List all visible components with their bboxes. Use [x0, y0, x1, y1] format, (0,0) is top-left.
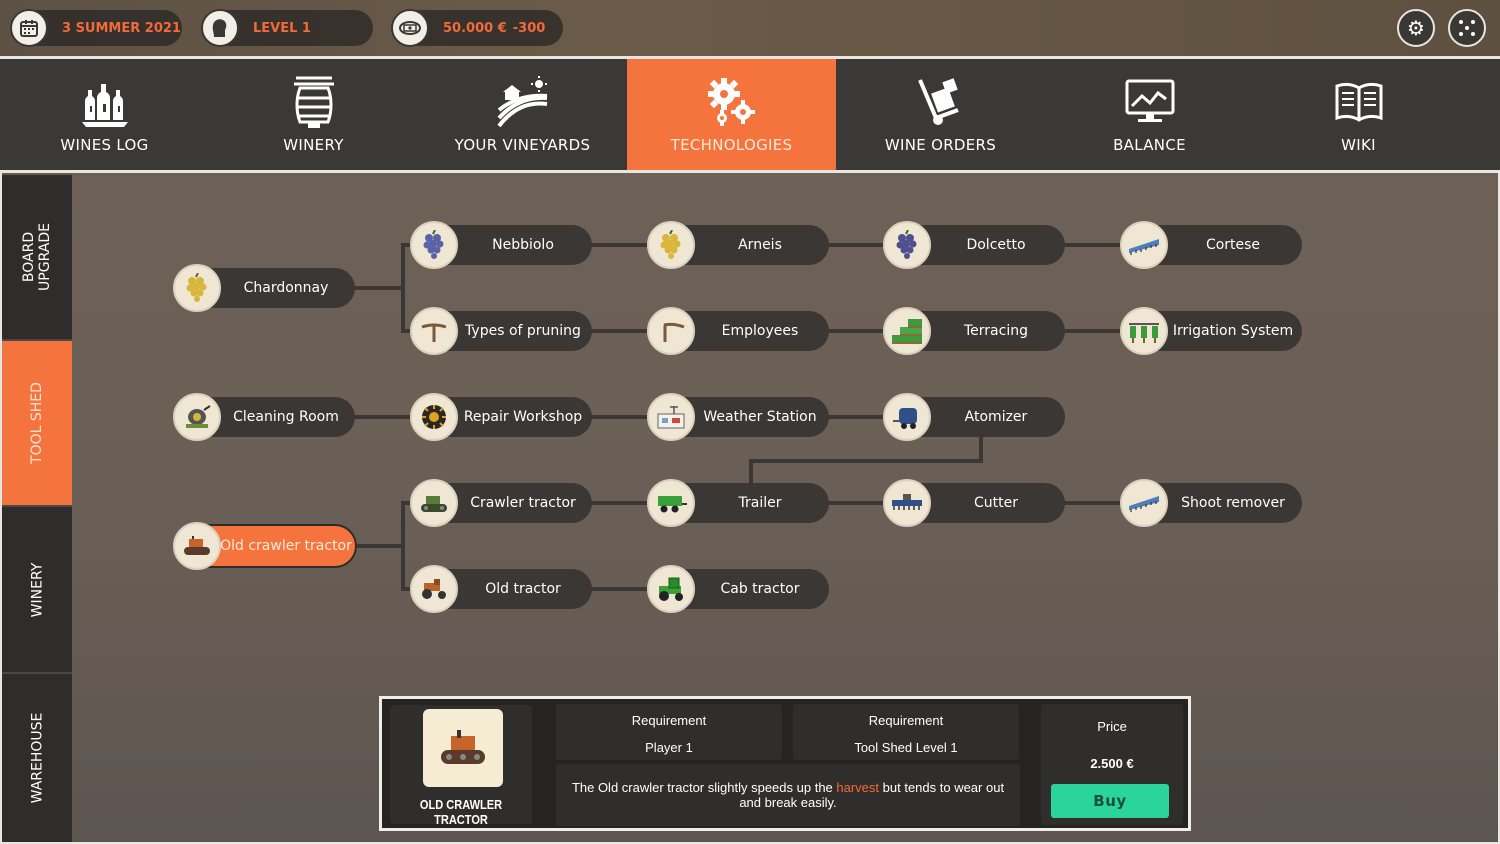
- node-label: Dolcetto: [966, 237, 1026, 253]
- category-sidebar: BOARD UPGRADE TOOL SHED WINERY WAREHOUSE: [2, 175, 72, 843]
- node-label: Old tractor: [485, 581, 561, 597]
- node-label: Employees: [721, 323, 799, 339]
- old-crawler-icon: [423, 709, 503, 787]
- description-text: The Old crawler tractor slightly speeds …: [571, 780, 837, 795]
- node-label: Types of pruning: [465, 323, 581, 339]
- tech-description: The Old crawler tractor slightly speeds …: [556, 764, 1020, 826]
- tab-label: BOARD: [21, 231, 37, 283]
- tech-node-old-crawler-tractor[interactable]: Old crawler tractor: [173, 522, 355, 570]
- tab-warehouse[interactable]: WAREHOUSE: [2, 675, 72, 841]
- tech-node-old-tractor[interactable]: Old tractor: [410, 565, 592, 613]
- tab-label: TOOL SHED: [29, 382, 46, 464]
- node-label: Arneis: [738, 237, 782, 253]
- price-value: 2.500 €: [1090, 756, 1134, 771]
- node-label: Terracing: [964, 323, 1028, 339]
- sprayer-icon: [1120, 221, 1168, 269]
- old-crawler-icon: [173, 522, 221, 570]
- tech-node-repair-workshop[interactable]: Repair Workshop: [410, 393, 592, 441]
- requirement-title: Requirement: [868, 713, 944, 728]
- node-label: Atomizer: [964, 409, 1028, 425]
- requirement-box: Requirement Tool Shed Level 1: [793, 704, 1019, 760]
- pruning-icon: [410, 307, 458, 355]
- atomizer-icon: [883, 393, 931, 441]
- crawler-icon: [410, 479, 458, 527]
- tab-label: UPGRADE: [37, 223, 53, 291]
- price-box: Price 2.500 € Buy: [1041, 704, 1183, 825]
- grape-white-icon: [647, 221, 695, 269]
- tech-thumbnail: OLD CRAWLER TRACTOR: [390, 705, 532, 827]
- tractor-icon: [410, 565, 458, 613]
- buy-button[interactable]: Buy: [1051, 784, 1169, 818]
- node-label: Weather Station: [703, 409, 817, 425]
- node-label: Crawler tractor: [470, 495, 576, 511]
- tech-node-nebbiolo[interactable]: Nebbiolo: [410, 221, 592, 269]
- tech-node-dolcetto[interactable]: Dolcetto: [883, 221, 1065, 269]
- pruning-icon: [647, 307, 695, 355]
- node-label: Chardonnay: [243, 280, 329, 296]
- tab-board-upgrade[interactable]: BOARD UPGRADE: [2, 175, 72, 341]
- tech-node-shoot-remover[interactable]: Shoot remover: [1120, 479, 1302, 527]
- terrace-icon: [883, 307, 931, 355]
- tech-node-arneis[interactable]: Arneis: [647, 221, 829, 269]
- tech-node-cutter[interactable]: Cutter: [883, 479, 1065, 527]
- node-label: Trailer: [738, 495, 782, 511]
- grape-red-icon: [883, 221, 931, 269]
- grape-white-icon: [173, 264, 221, 312]
- requirement-value: Player 1: [645, 740, 693, 755]
- node-label: Cab tractor: [720, 581, 800, 597]
- cleaning-icon: [173, 393, 221, 441]
- node-label: Repair Workshop: [463, 409, 583, 425]
- cutter-icon: [883, 479, 931, 527]
- node-label: Shoot remover: [1181, 495, 1285, 511]
- requirement-box: Requirement Player 1: [556, 704, 782, 760]
- irrigation-icon: [1120, 307, 1168, 355]
- tech-node-crawler-tractor[interactable]: Crawler tractor: [410, 479, 592, 527]
- tech-node-types-of-pruning[interactable]: Types of pruning: [410, 307, 592, 355]
- trailer-icon: [647, 479, 695, 527]
- tech-node-employees[interactable]: Employees: [647, 307, 829, 355]
- weather-station-icon: [647, 393, 695, 441]
- tech-node-atomizer[interactable]: Atomizer: [883, 393, 1065, 441]
- requirement-value: Tool Shed Level 1: [854, 740, 958, 755]
- tech-node-terracing[interactable]: Terracing: [883, 307, 1065, 355]
- tech-node-trailer[interactable]: Trailer: [647, 479, 829, 527]
- tech-node-irrigation-system[interactable]: Irrigation System: [1120, 307, 1302, 355]
- node-label: Cleaning Room: [233, 409, 339, 425]
- tab-label: WAREHOUSE: [29, 712, 46, 804]
- tech-name: OLD CRAWLER TRACTOR: [419, 797, 503, 827]
- grape-red-icon: [410, 221, 458, 269]
- tech-node-weather-station[interactable]: Weather Station: [647, 393, 829, 441]
- cab-tractor-icon: [647, 565, 695, 613]
- tech-detail-panel: OLD CRAWLER TRACTOR Requirement Player 1…: [379, 696, 1191, 831]
- tab-tool-shed[interactable]: TOOL SHED: [2, 341, 72, 507]
- tech-node-cortese[interactable]: Cortese: [1120, 221, 1302, 269]
- tech-node-chardonnay[interactable]: Chardonnay: [173, 264, 355, 312]
- price-label: Price: [1097, 719, 1127, 734]
- tech-node-cleaning-room[interactable]: Cleaning Room: [173, 393, 355, 441]
- tech-node-cab-tractor[interactable]: Cab tractor: [647, 565, 829, 613]
- tab-label: WINERY: [29, 562, 45, 618]
- node-label: Cutter: [974, 495, 1018, 511]
- node-label: Nebbiolo: [492, 237, 554, 253]
- requirement-title: Requirement: [631, 713, 707, 728]
- node-label: Irrigation System: [1172, 323, 1294, 339]
- node-label: Old crawler tractor: [220, 538, 352, 554]
- wheel-icon: [410, 393, 458, 441]
- description-highlight: harvest: [836, 780, 880, 795]
- sprayer-icon: [1120, 479, 1168, 527]
- tab-winery[interactable]: WINERY: [2, 508, 72, 674]
- node-label: Cortese: [1205, 237, 1261, 253]
